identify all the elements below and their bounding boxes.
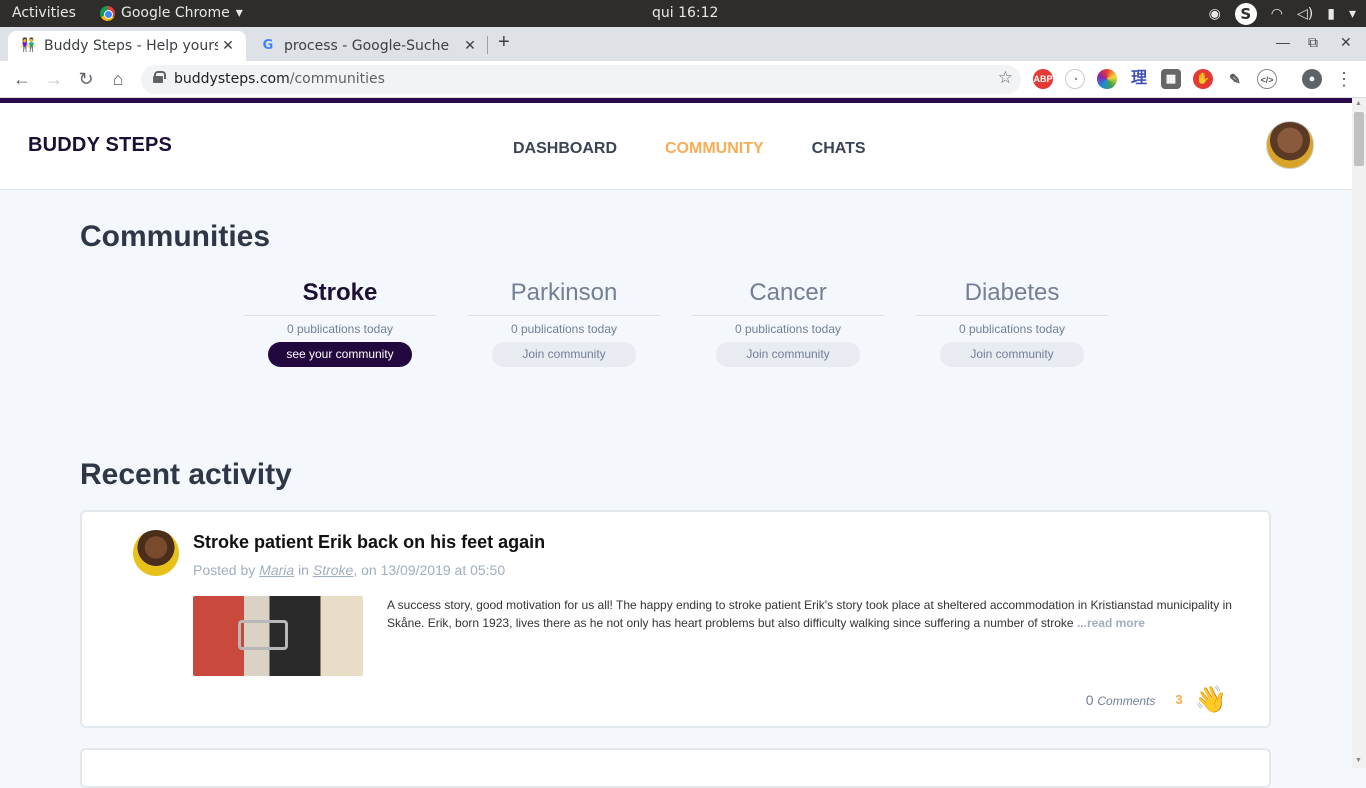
tab-title: process - Google-Suche	[284, 38, 450, 54]
wave-hand-icon[interactable]: 👋	[1195, 684, 1227, 715]
chevron-down-icon: ▾	[235, 5, 243, 21]
color-picker-extension-icon[interactable]	[1097, 69, 1117, 89]
recent-activity-heading: Recent activity	[80, 458, 292, 491]
home-icon[interactable]: ⌂	[106, 67, 130, 91]
main-nav: DASHBOARD COMMUNITY CHATS	[513, 140, 866, 158]
adblock-icon[interactable]: ABP	[1033, 69, 1053, 89]
nav-dashboard[interactable]: DASHBOARD	[513, 140, 617, 158]
app-menu[interactable]: Google Chrome ▾	[100, 5, 243, 21]
post-date: , on 13/09/2019 at 05:50	[353, 562, 506, 578]
nav-chats[interactable]: CHATS	[812, 140, 866, 158]
post-footer: 0 Comments 3 👋	[1086, 684, 1227, 715]
buddy-steps-favicon-icon: 👫	[20, 38, 37, 53]
post-card-next	[80, 748, 1271, 788]
url-text[interactable]: buddysteps.com/communities	[174, 71, 385, 87]
walker-shape	[238, 620, 288, 650]
community-name[interactable]: Cancer	[692, 279, 884, 316]
publications-count: 0 publications today	[734, 322, 842, 336]
scroll-down-icon[interactable]: ▼	[1355, 757, 1362, 764]
steam-icon[interactable]: ◉	[1209, 6, 1221, 22]
tab-separator	[487, 36, 488, 54]
nav-community[interactable]: COMMUNITY	[665, 140, 764, 158]
post-image[interactable]	[193, 596, 363, 676]
post-community-link[interactable]: Stroke	[313, 562, 353, 578]
back-icon[interactable]: ←	[10, 67, 34, 91]
join-community-button[interactable]: Join community	[716, 342, 860, 367]
post-card: Stroke patient Erik back on his feet aga…	[80, 510, 1271, 728]
tab-title: Buddy Steps - Help yourse	[44, 38, 218, 54]
activities-button[interactable]: Activities	[12, 5, 76, 21]
wifi-icon: ◠	[1270, 6, 1284, 22]
system-tray[interactable]: ◉ S ◠ ◁) ▮ ▾	[1209, 3, 1356, 25]
meta-in: in	[298, 562, 309, 578]
meta-prefix: Posted by	[193, 562, 256, 578]
battery-icon: ▮	[1327, 6, 1335, 22]
clock[interactable]: qui 16:12	[652, 5, 718, 21]
profile-icon[interactable]: ●	[1302, 69, 1322, 89]
communities-heading: Communities	[80, 220, 271, 253]
forward-icon[interactable]: →	[42, 67, 66, 91]
new-tab-button[interactable]: +	[498, 31, 510, 54]
timer-extension-icon[interactable]: ◔	[1065, 69, 1085, 89]
volume-icon: ◁)	[1297, 6, 1314, 22]
join-community-button[interactable]: Join community	[940, 342, 1084, 367]
community-name[interactable]: Parkinson	[468, 279, 660, 316]
menu-dots-icon[interactable]: ⋮	[1332, 67, 1356, 91]
google-favicon-icon: G	[262, 38, 274, 53]
scrollbar-track[interactable]	[1352, 98, 1366, 768]
post-title[interactable]: Stroke patient Erik back on his feet aga…	[193, 532, 545, 553]
community-name[interactable]: Stroke	[244, 279, 436, 316]
publications-count: 0 publications today	[286, 322, 394, 336]
join-community-button[interactable]: Join community	[492, 342, 636, 367]
qr-extension-icon[interactable]: ▦	[1161, 69, 1181, 89]
system-top-bar: Activities Google Chrome ▾ qui 16:12 ◉ S…	[0, 0, 1366, 27]
user-avatar[interactable]	[1266, 121, 1314, 169]
comment-count: 0	[1085, 691, 1094, 708]
reload-icon[interactable]: ↻	[74, 67, 98, 91]
post-meta: Posted by Maria in Stroke, on 13/09/2019…	[193, 562, 505, 578]
comments-link[interactable]: 0 Comments	[1086, 692, 1156, 708]
community-card-cancer: Cancer 0 publications today Join communi…	[692, 279, 884, 367]
stop-hand-extension-icon[interactable]: ✋	[1193, 69, 1213, 89]
site-logo[interactable]: BUDDY STEPS	[28, 134, 172, 157]
post-author-avatar[interactable]	[133, 530, 179, 576]
read-more-link[interactable]: ...read more	[1077, 616, 1145, 630]
eyedropper-extension-icon[interactable]: ✎	[1225, 69, 1245, 89]
community-card-diabetes: Diabetes 0 publications today Join commu…	[916, 279, 1108, 367]
community-card-parkinson: Parkinson 0 publications today Join comm…	[468, 279, 660, 367]
close-window-icon[interactable]: ✕	[1340, 34, 1352, 51]
skype-icon[interactable]: S	[1234, 3, 1257, 25]
code-extension-icon[interactable]: </>	[1257, 69, 1277, 89]
community-card-stroke: Stroke 0 publications today see your com…	[244, 279, 436, 367]
address-bar[interactable]: buddysteps.com/communities ☆	[141, 65, 1021, 94]
restore-icon[interactable]: ⧉	[1308, 34, 1318, 51]
community-name[interactable]: Diabetes	[916, 279, 1108, 316]
power-menu-icon[interactable]: ▾	[1349, 6, 1356, 22]
close-icon[interactable]: ✕	[218, 38, 238, 54]
lock-icon[interactable]	[153, 71, 166, 83]
close-icon[interactable]: ✕	[460, 38, 480, 54]
see-your-community-button[interactable]: see your community	[268, 342, 412, 367]
minimize-icon[interactable]: —	[1276, 34, 1290, 50]
tab-strip: 👫 Buddy Steps - Help yourse ✕ G process …	[0, 27, 1366, 61]
dictionary-extension-icon[interactable]: 理	[1129, 69, 1149, 89]
bookmark-star-icon[interactable]: ☆	[998, 68, 1013, 88]
tab-google-search[interactable]: G process - Google-Suche ✕	[252, 31, 488, 61]
tab-buddy-steps[interactable]: 👫 Buddy Steps - Help yourse ✕	[8, 31, 246, 61]
publications-count: 0 publications today	[510, 322, 618, 336]
publications-count: 0 publications today	[958, 322, 1066, 336]
browser-toolbar: ← → ↻ ⌂ buddysteps.com/communities ☆ ABP…	[0, 61, 1366, 98]
comments-label: Comments	[1097, 693, 1156, 708]
post-author-link[interactable]: Maria	[259, 562, 294, 578]
post-excerpt: A success story, good motivation for us …	[387, 596, 1247, 632]
app-name: Google Chrome	[121, 5, 230, 21]
like-count: 3	[1175, 692, 1183, 707]
scroll-up-icon[interactable]: ▲	[1355, 100, 1362, 107]
site-header: BUDDY STEPS DASHBOARD COMMUNITY CHATS	[0, 103, 1352, 190]
chrome-icon	[100, 5, 115, 21]
scrollbar-thumb[interactable]	[1354, 112, 1364, 166]
